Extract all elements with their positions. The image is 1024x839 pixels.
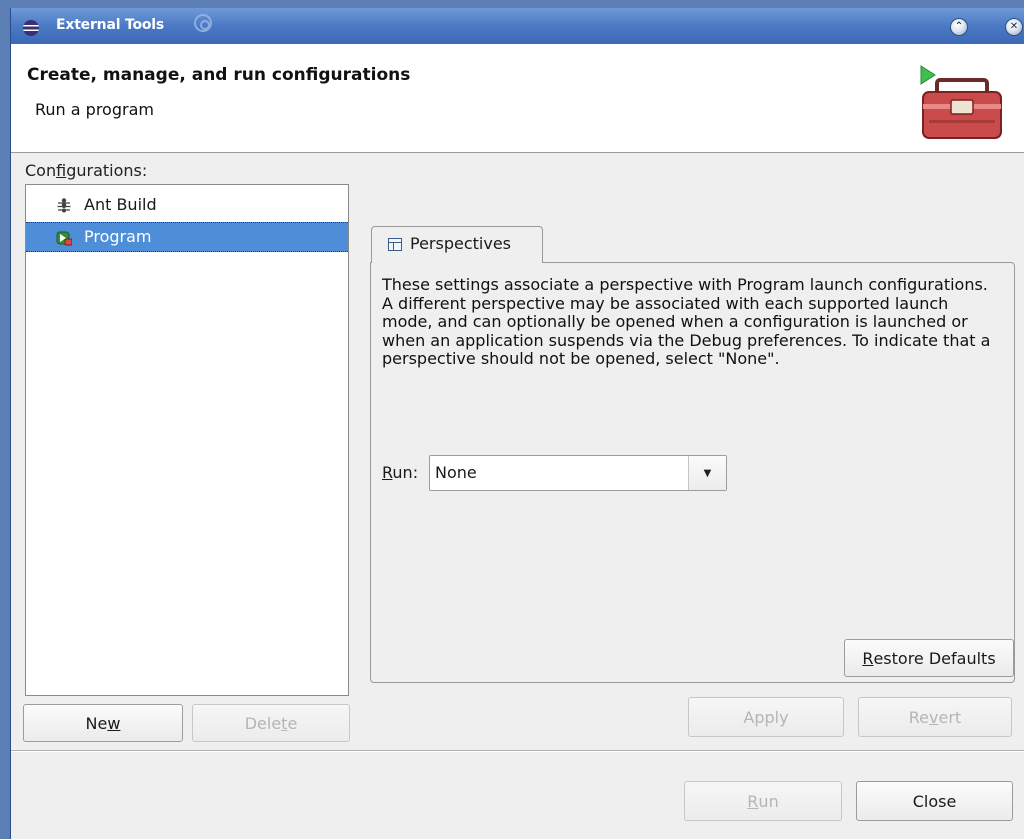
perspectives-description: These settings associate a perspective w… xyxy=(382,275,991,369)
toolbox-icon xyxy=(920,65,1002,139)
close-button[interactable]: Close xyxy=(856,781,1013,821)
minimize-button[interactable]: ⌃ xyxy=(950,18,968,36)
ant-icon xyxy=(57,198,71,213)
close-window-button[interactable]: ✕ xyxy=(1005,18,1023,36)
dropdown-arrow-icon[interactable]: ▼ xyxy=(688,456,726,490)
header-subtitle: Run a program xyxy=(35,100,154,119)
tab-label: Perspectives xyxy=(410,234,511,253)
external-tools-dialog: External Tools ⌃ ✕ Create, manage, and r… xyxy=(10,8,1024,839)
new-configuration-button[interactable]: Ne w xyxy=(23,704,183,742)
run-perspective-select[interactable]: None ▼ xyxy=(429,455,727,491)
revert-button[interactable]: Re v ert xyxy=(858,697,1012,737)
run-mode-label: Run: xyxy=(382,463,419,482)
compiz-swirl-icon xyxy=(194,14,212,32)
run-button[interactable]: Run xyxy=(684,781,842,821)
run-perspective-value: None xyxy=(435,463,477,482)
title-bar[interactable]: External Tools ⌃ ✕ xyxy=(11,8,1024,44)
tree-item-label: Program xyxy=(84,227,152,246)
dialog-separator xyxy=(11,750,1024,752)
header-title: Create, manage, and run configurations xyxy=(27,65,411,85)
tree-item-program[interactable]: Program xyxy=(26,222,348,252)
tree-item-label: Ant Build xyxy=(84,195,157,214)
dialog-header: Create, manage, and run configurations R… xyxy=(11,44,1024,153)
eclipse-icon xyxy=(23,20,39,36)
configurations-tree[interactable]: Ant Build Program xyxy=(25,184,349,696)
window-title: External Tools xyxy=(56,17,165,33)
program-launch-icon xyxy=(56,231,72,246)
apply-button[interactable]: Apply xyxy=(688,697,844,737)
perspective-icon xyxy=(388,238,402,251)
restore-defaults-button[interactable]: Restore Defaults xyxy=(844,639,1014,677)
configurations-label: Configurations: xyxy=(25,161,148,180)
perspectives-panel: These settings associate a perspective w… xyxy=(370,262,1015,683)
tab-perspectives[interactable]: Perspectives xyxy=(371,226,543,263)
delete-configuration-button[interactable]: Dele t e xyxy=(192,704,350,742)
tree-item-ant-build[interactable]: Ant Build xyxy=(26,190,348,220)
